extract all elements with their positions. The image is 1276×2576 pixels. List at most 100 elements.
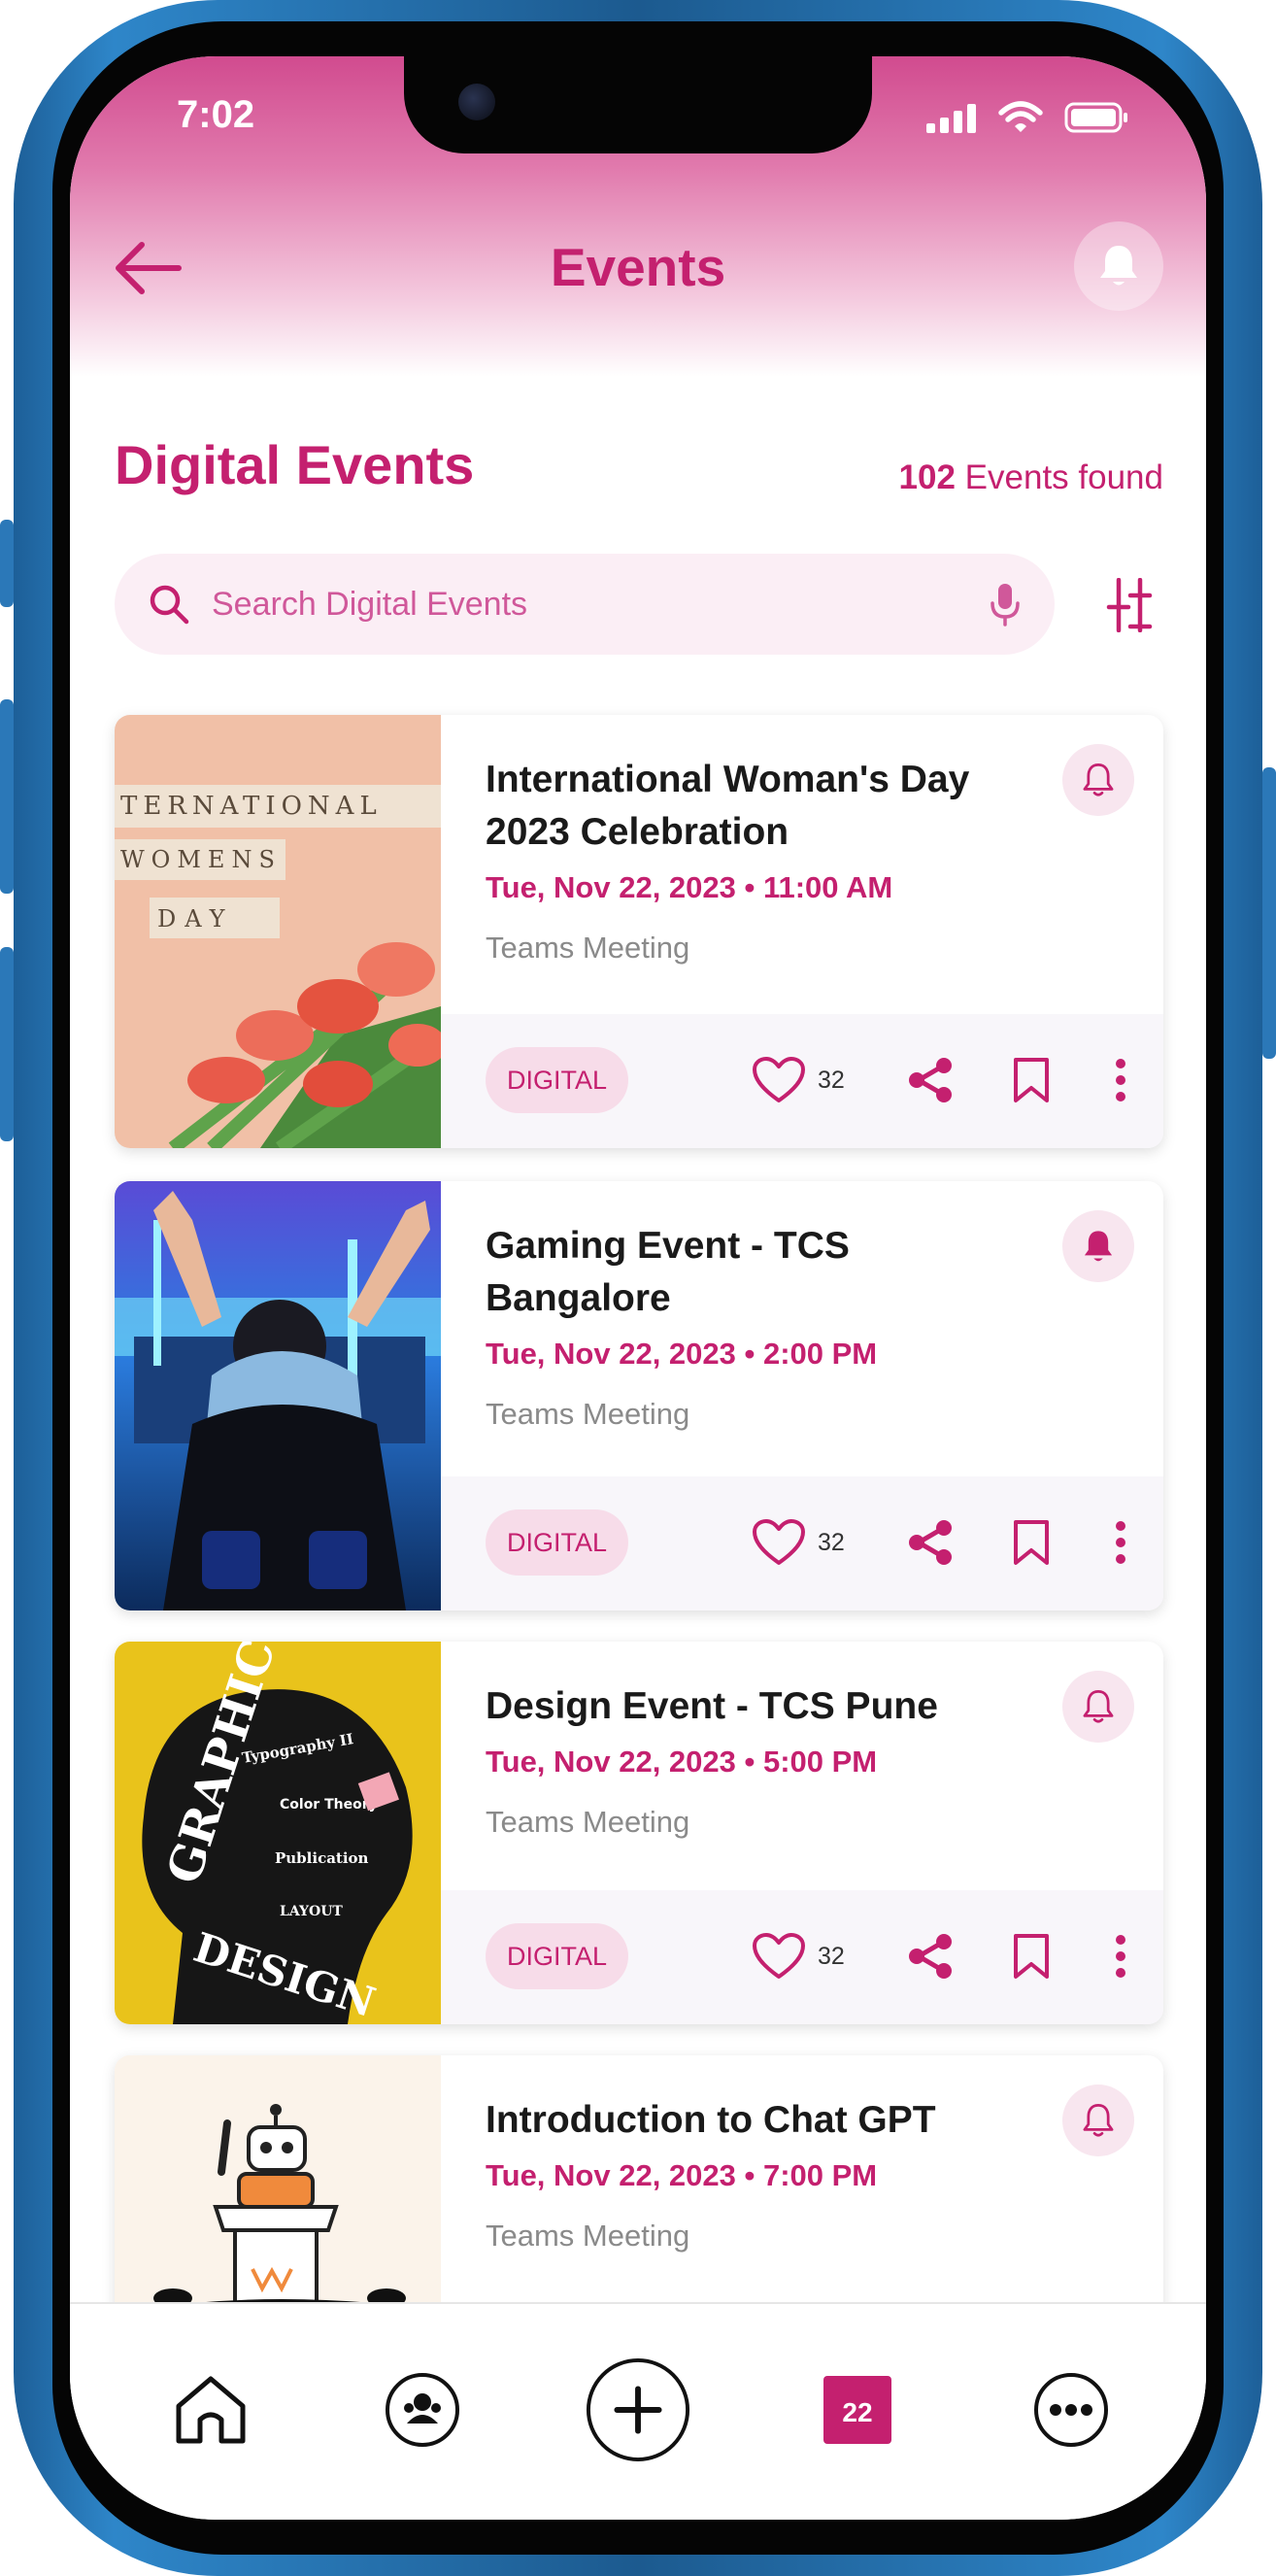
- search-input[interactable]: [212, 585, 989, 624]
- calendar-day: 22: [842, 2397, 873, 2427]
- bookmark-button[interactable]: [1002, 1923, 1060, 1989]
- share-icon: [909, 1520, 952, 1565]
- nav-home[interactable]: [157, 2356, 264, 2463]
- event-venue: Teams Meeting: [486, 1805, 690, 1839]
- bookmark-icon: [1014, 1934, 1049, 1979]
- cellular-signal-icon: [926, 104, 976, 133]
- event-title: Design Event - TCS Pune: [486, 1685, 938, 1727]
- microphone-icon[interactable]: [989, 582, 1022, 627]
- camera: [458, 84, 495, 120]
- reminder-button[interactable]: [1062, 1671, 1134, 1743]
- bell-filled-icon: [1084, 1231, 1113, 1262]
- heart-icon: [753, 1519, 805, 1565]
- bell-outline-icon: [1083, 763, 1114, 797]
- bookmark-button[interactable]: [1002, 1509, 1060, 1576]
- battery-icon: [1064, 102, 1127, 133]
- event-thumbnail: TERNATIONAL WOMENS DAY: [115, 715, 441, 1148]
- events-count-label: Events found: [955, 458, 1163, 496]
- search-bar[interactable]: [115, 554, 1055, 655]
- event-title: Gaming Event - TCS Bangalore: [486, 1225, 850, 1319]
- bell-outline-icon: [1083, 1689, 1114, 1723]
- side-button-power: [1262, 767, 1276, 1059]
- screen: 7:02 Events Digital Events 102 Events fo…: [70, 56, 1206, 2520]
- share-icon: [909, 1058, 952, 1102]
- bookmark-button[interactable]: [1002, 1047, 1060, 1113]
- reminder-button[interactable]: [1062, 1210, 1134, 1282]
- event-date: Tue, Nov 22, 2023 • 5:00 PM: [486, 1745, 878, 1779]
- calendar-icon: 22: [823, 2376, 891, 2444]
- design-poster-image: GRAPHIC DESIGN Typography II Color Theor…: [115, 1642, 441, 2024]
- event-thumbnail: [115, 1181, 441, 1610]
- like-button[interactable]: 32: [752, 1509, 845, 1576]
- wifi-icon: [998, 101, 1043, 132]
- tile-word-womens: WOMENS: [120, 846, 282, 873]
- event-date: Tue, Nov 22, 2023 • 11:00 AM: [486, 870, 893, 904]
- notifications-button[interactable]: [1074, 221, 1163, 311]
- more-vertical-icon: [1116, 1521, 1125, 1564]
- share-button[interactable]: [901, 1047, 959, 1113]
- reminder-button[interactable]: [1062, 2085, 1134, 2156]
- nav-community[interactable]: [369, 2356, 476, 2463]
- event-thumbnail: GRAPHIC DESIGN Typography II Color Theor…: [115, 1642, 441, 2024]
- tile-word-day: DAY: [157, 905, 233, 932]
- event-venue: Teams Meeting: [486, 931, 690, 965]
- bookmark-icon: [1014, 1058, 1049, 1102]
- share-icon: [909, 1934, 952, 1979]
- arrow-left-icon: [116, 242, 182, 294]
- nav-calendar[interactable]: 22: [804, 2356, 911, 2463]
- section-title: Digital Events: [115, 434, 475, 495]
- bookmark-icon: [1014, 1520, 1049, 1565]
- like-count: 32: [818, 1528, 845, 1556]
- more-options-button[interactable]: [1101, 1509, 1140, 1576]
- event-type-tag: DIGITAL: [486, 1509, 629, 1576]
- status-time: 7:02: [177, 93, 255, 136]
- poster-line-publication: Publication: [275, 1849, 369, 1867]
- event-card[interactable]: TERNATIONAL WOMENS DAY International Wom…: [115, 715, 1163, 1148]
- event-type-tag: DIGITAL: [486, 1047, 629, 1113]
- events-count-number: 102: [898, 458, 956, 496]
- nav-add[interactable]: [585, 2356, 691, 2463]
- share-button[interactable]: [901, 1923, 959, 1989]
- gaming-image: [115, 1181, 441, 1610]
- share-button[interactable]: [901, 1509, 959, 1576]
- add-icon: [586, 2357, 690, 2462]
- event-venue: Teams Meeting: [486, 2219, 690, 2253]
- community-icon: [386, 2373, 459, 2447]
- nav-more[interactable]: [1018, 2356, 1125, 2463]
- event-date: Tue, Nov 22, 2023 • 7:00 PM: [486, 2158, 878, 2192]
- event-card-footer: DIGITAL 32: [441, 1476, 1163, 1610]
- event-card[interactable]: GRAPHIC DESIGN Typography II Color Theor…: [115, 1642, 1163, 2024]
- tile-word-international: TERNATIONAL: [120, 792, 383, 821]
- event-card[interactable]: Gaming Event - TCS Bangalore Tue, Nov 22…: [115, 1181, 1163, 1610]
- event-date: Tue, Nov 22, 2023 • 2:00 PM: [486, 1337, 878, 1371]
- side-button-volume-down: [0, 947, 14, 1141]
- search-icon: [150, 585, 189, 625]
- filter-sliders-icon: [1106, 578, 1153, 632]
- page-title: Events: [550, 237, 726, 297]
- side-button-mute: [0, 520, 14, 607]
- poster-line-color-theory: Color Theory: [280, 1797, 378, 1813]
- more-vertical-icon: [1116, 1059, 1125, 1102]
- status-icons: [926, 101, 1128, 134]
- womens-day-image: TERNATIONAL WOMENS DAY: [115, 715, 441, 1148]
- more-options-button[interactable]: [1101, 1923, 1140, 1989]
- like-count: 32: [818, 1942, 845, 1970]
- event-card-footer: DIGITAL 32: [441, 1014, 1163, 1148]
- more-options-button[interactable]: [1101, 1047, 1140, 1113]
- side-button-volume-up: [0, 699, 14, 894]
- events-count: 102 Events found: [899, 458, 1163, 497]
- filter-button[interactable]: [1095, 571, 1163, 639]
- bell-icon: [1100, 246, 1137, 286]
- heart-icon: [753, 1933, 805, 1979]
- back-button[interactable]: [109, 229, 186, 307]
- reminder-button[interactable]: [1062, 744, 1134, 816]
- event-title: Introduction to Chat GPT: [486, 2099, 936, 2141]
- event-type-tag: DIGITAL: [486, 1923, 629, 1989]
- more-vertical-icon: [1116, 1935, 1125, 1978]
- home-icon: [176, 2376, 246, 2444]
- event-title: International Woman's Day 2023 Celebrati…: [486, 759, 970, 853]
- more-icon: [1034, 2373, 1108, 2447]
- like-button[interactable]: 32: [752, 1047, 845, 1113]
- heart-icon: [753, 1057, 805, 1102]
- like-button[interactable]: 32: [752, 1923, 845, 1989]
